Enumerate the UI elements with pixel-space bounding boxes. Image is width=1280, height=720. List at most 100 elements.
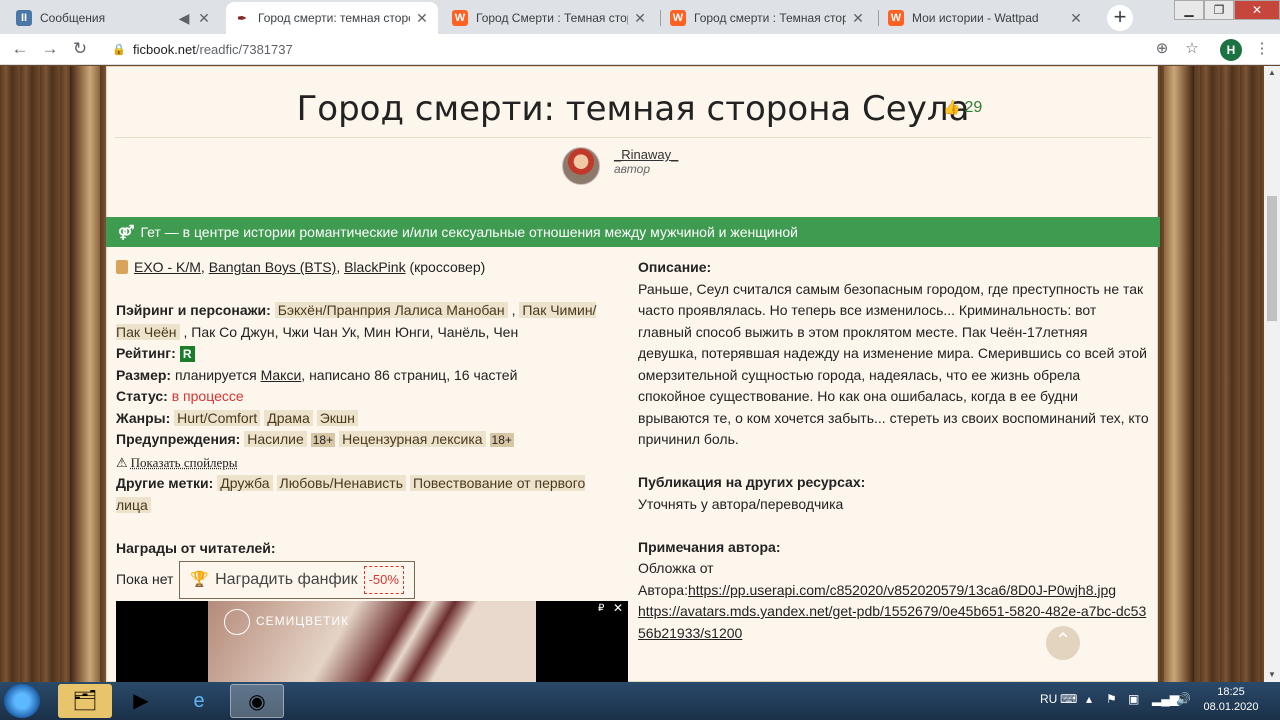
age-badge: 18+ [310, 433, 336, 447]
awards-heading: Награды от читателей: [116, 539, 276, 556]
tab-title: Город смерти: темная сторона [258, 11, 410, 25]
tab-title: Мои истории - Wattpad [912, 11, 1039, 25]
media-player-icon[interactable]: ▶ [114, 684, 168, 718]
warnings-line: Предупреждения: Насилие 18+ Нецензурная ле… [116, 431, 514, 447]
internet-explorer-icon[interactable]: e [172, 684, 226, 718]
browser-tab[interactable]: W Город смерти : Темная сторона ✕ [662, 2, 874, 34]
address-bar[interactable]: 🔒 ficbook.net/readfic/7381737 [104, 36, 1210, 64]
advertisement[interactable]: СЕМИЦВЕТИК ₽ ✕ [116, 601, 628, 682]
power-icon[interactable]: ▣ [1128, 692, 1139, 706]
chrome-icon[interactable]: ◉ [230, 684, 284, 718]
scroll-to-top-button[interactable]: ⌃ [1046, 626, 1080, 660]
publication-text: Уточнять у автора/переводчика [638, 495, 844, 512]
browser-toolbar: ← → ↻ 🔒 ficbook.net/readfic/7381737 ⊕ ☆ … [0, 34, 1280, 65]
minimize-button[interactable]: ▁ [1174, 0, 1204, 20]
rating-badge[interactable]: R [179, 346, 195, 362]
profile-avatar[interactable]: Н [1220, 39, 1242, 61]
lock-icon: 🔒 [112, 44, 126, 56]
menu-icon[interactable]: ⋮ [1250, 38, 1274, 62]
fic-title: Город смерти: темная сторона Сеула [296, 89, 970, 129]
reload-button[interactable]: ↻ [68, 38, 92, 62]
maximize-button[interactable]: ❐ [1204, 0, 1234, 20]
tab-title: Город смерти : Темная сторона [694, 11, 846, 25]
browser-tab[interactable]: W Мои истории - Wattpad ✕ [880, 2, 1092, 34]
award-fic-button[interactable]: 🏆 Наградить фанфик -50% [179, 561, 415, 599]
scrollbar-thumb[interactable] [1267, 196, 1277, 321]
author-avatar[interactable] [562, 147, 600, 185]
genre-tag[interactable]: Экшн [316, 409, 358, 426]
notes-text: Обложка от [638, 560, 714, 576]
age-badge: 18+ [489, 433, 514, 447]
volume-icon[interactable]: 🔊 [1176, 692, 1191, 706]
warning-tag[interactable]: Насилие [244, 431, 307, 447]
close-tab-icon[interactable]: ✕ [850, 10, 866, 27]
other-tags-line: Другие метки: Дружба Любовь/Ненависть Пове… [116, 475, 586, 513]
discount-badge: -50% [363, 566, 404, 594]
genre-tag[interactable]: Hurt/Comfort [174, 409, 261, 426]
close-tab-icon[interactable]: ✕ [1068, 10, 1084, 27]
explorer-icon[interactable]: 🗂 [58, 684, 112, 718]
gender-symbol-icon: ⚤ [118, 224, 135, 240]
thumbs-up-icon: 👍 [943, 99, 961, 115]
genre-tag[interactable]: Драма [264, 409, 313, 426]
taskbar: 🗂 ▶ e ◉ RU ⌨ ▴ ⚑ ▣ ▂▄▆ 🔊 18:25 08.01.202… [0, 682, 1280, 720]
add-site-icon[interactable]: ⊕ [1150, 38, 1174, 62]
other-tag[interactable]: Любовь/Ненависть [276, 475, 407, 491]
pairings-line: Пэйринг и персонажи: Бэкхён/Пранприя Лал… [116, 302, 597, 340]
wattpad-icon: W [670, 10, 686, 26]
cover-link-1[interactable]: https://pp.userapi.com/c852020/v85202057… [688, 582, 1116, 598]
back-button[interactable]: ← [8, 38, 32, 62]
close-window-button[interactable]: ✕ [1234, 0, 1280, 20]
flag-icon[interactable]: ⚑ [1106, 692, 1117, 706]
ad-brand: СЕМИЦВЕТИК [224, 609, 349, 635]
network-icon[interactable]: ▂▄▆ [1152, 692, 1179, 706]
page-viewport: Город смерти: темная сторона Сеула 👍 29 _… [0, 66, 1264, 682]
other-tag[interactable]: Дружба [217, 475, 273, 491]
new-tab-button[interactable]: + [1107, 5, 1133, 31]
pairing-tag[interactable]: Бэкхён/Пранприя Лалиса Манобан [274, 302, 508, 318]
brand-logo-icon [224, 609, 250, 635]
rating-line: Рейтинг: R [116, 343, 606, 365]
fandom-link[interactable]: BlackPink [344, 259, 405, 275]
keyboard-icon[interactable]: ⌨ [1060, 692, 1077, 706]
scroll-up-arrow[interactable]: ▲ [1264, 66, 1280, 80]
ad-close-button[interactable]: ✕ [613, 601, 623, 615]
system-clock[interactable]: 18:25 08.01.2020 [1196, 685, 1266, 715]
wattpad-icon: W [888, 10, 904, 26]
browser-tab[interactable]: II Сообщения ◀ ✕ [8, 2, 220, 34]
browser-tab[interactable]: W Город Смерти : Темная сторона ✕ [444, 2, 656, 34]
close-tab-icon[interactable]: ✕ [414, 10, 430, 27]
notes-links: Автора:https://pp.userapi.com/c852020/v8… [638, 581, 1117, 598]
fic-page: Город смерти: темная сторона Сеула 👍 29 _… [106, 66, 1160, 682]
likes-counter[interactable]: 👍 29 [943, 99, 982, 117]
close-tab-icon[interactable]: ✕ [632, 10, 648, 27]
fandom-link[interactable]: Bangtan Boys (BTS) [209, 259, 337, 275]
divider [115, 137, 1151, 138]
tab-separator [878, 10, 879, 26]
author-link[interactable]: _Rinaway_ [614, 147, 678, 162]
forward-button[interactable]: → [38, 38, 62, 62]
fandom-link[interactable]: EXO - K/M [134, 259, 201, 275]
tray-expand-icon[interactable]: ▴ [1086, 692, 1092, 706]
start-button[interactable] [4, 684, 40, 718]
size-link[interactable]: Макси [261, 367, 302, 383]
fandoms-line: EXO - K/M, Bangtan Boys (BTS), BlackPink… [116, 257, 606, 279]
warning-tag[interactable]: Нецензурная лексика [339, 431, 486, 447]
trophy-icon: 🏆 [190, 571, 210, 589]
ad-marker: ₽ [598, 603, 605, 614]
description-heading: Описание: [638, 259, 712, 275]
bookmark-star-icon[interactable]: ☆ [1180, 38, 1204, 62]
show-spoilers-link[interactable]: Показать спойлеры [131, 455, 238, 470]
awards-none: Пока нет [116, 571, 174, 588]
vertical-scrollbar[interactable]: ▲ ▼ [1264, 66, 1280, 682]
book-icon [116, 260, 128, 274]
vk-icon: II [16, 10, 32, 26]
tab-strip: IIСообщения◀✕ ✒ Город смерти: темная сторо… [0, 0, 1280, 34]
speaker-muted-icon[interactable]: ◀ [176, 10, 192, 27]
close-tab-icon[interactable]: ✕ [196, 10, 212, 27]
ficbook-icon: ✒ [237, 12, 247, 25]
direction-banner[interactable]: ⚤ Гет — в центре истории романтические и/… [106, 217, 1160, 247]
scroll-down-arrow[interactable]: ▼ [1264, 668, 1280, 682]
browser-tab[interactable]: ✒ Город смерти: темная сторона ✕ [226, 2, 438, 34]
language-indicator[interactable]: RU [1040, 692, 1057, 706]
